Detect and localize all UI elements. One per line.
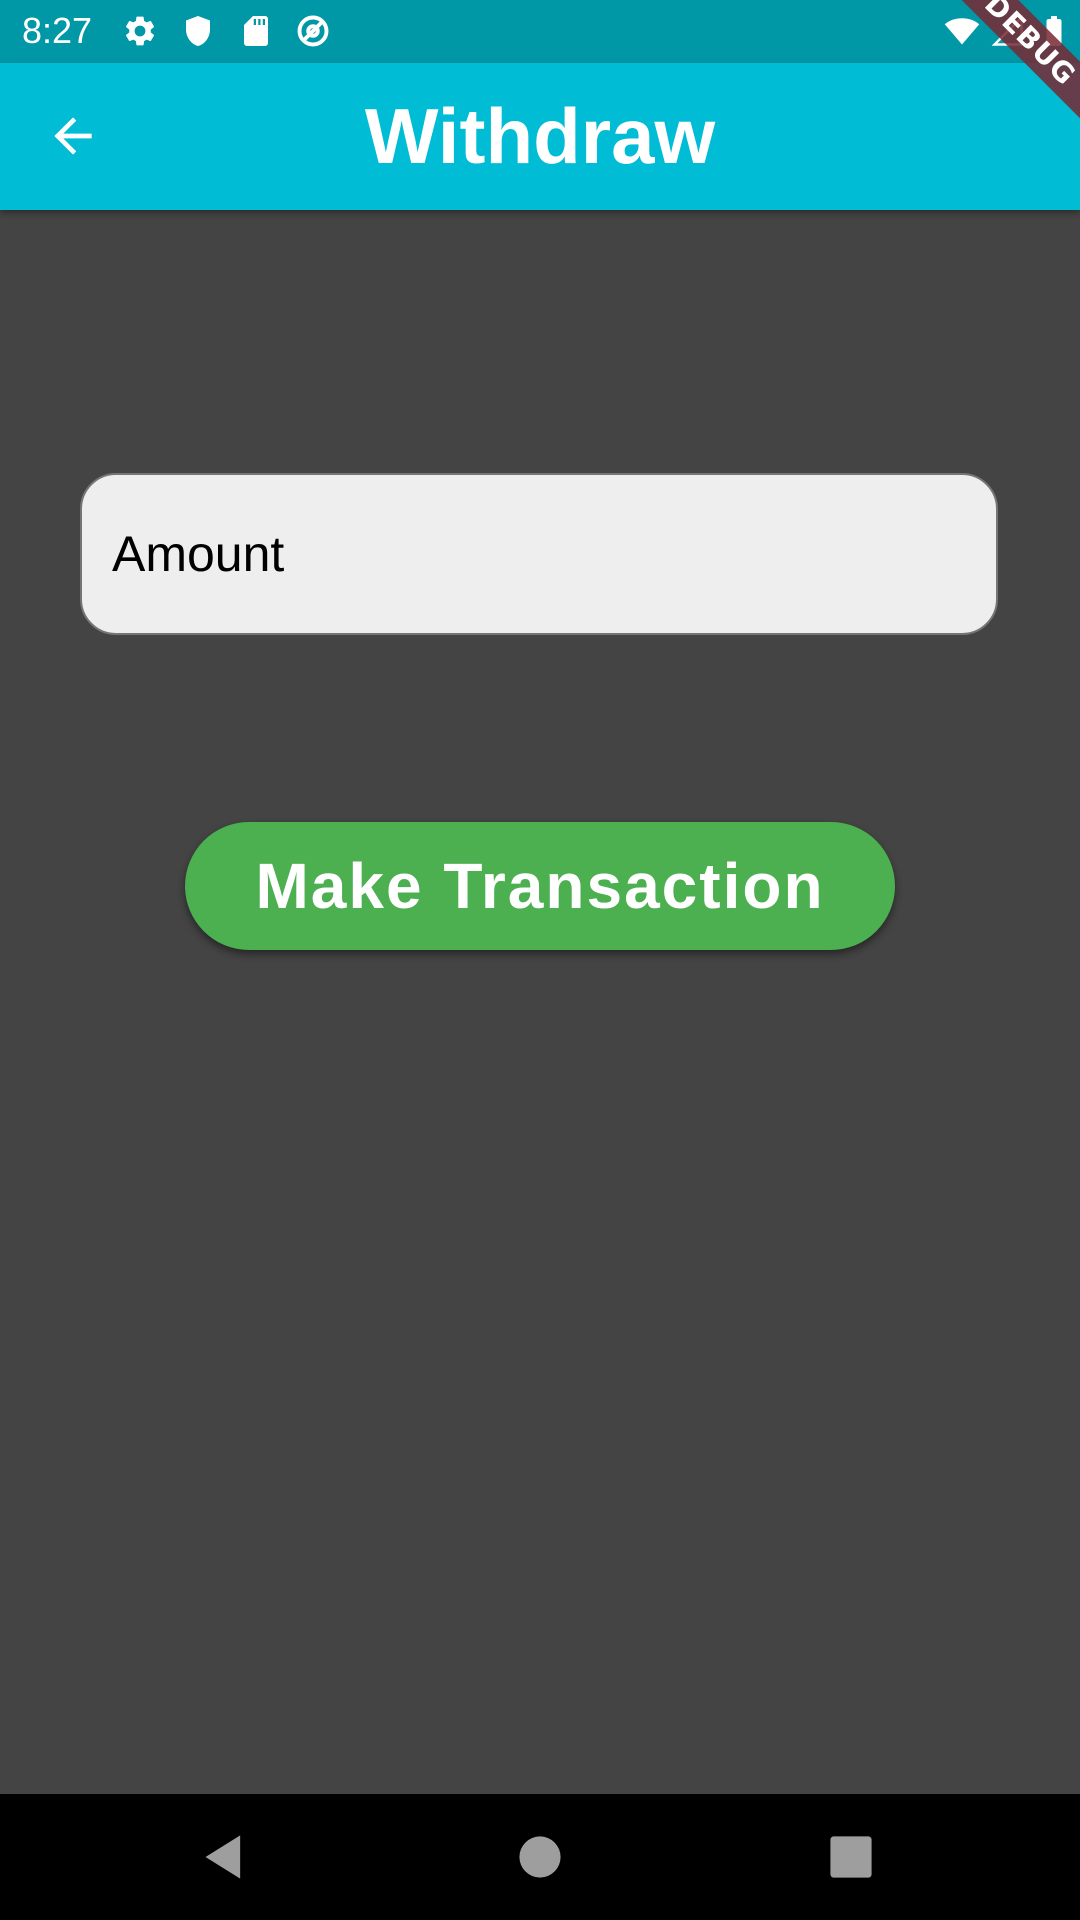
settings-gear-icon <box>122 13 158 49</box>
app-bar: Withdraw <box>0 63 1080 210</box>
recents-square-icon <box>825 1831 877 1883</box>
nav-recents-button[interactable] <box>818 1824 884 1890</box>
home-circle-icon <box>514 1831 566 1883</box>
amount-input[interactable] <box>80 473 998 635</box>
at-sign-icon <box>295 13 331 49</box>
arrow-back-icon <box>45 108 101 164</box>
page-title: Withdraw <box>364 92 716 180</box>
status-time: 8:27 <box>22 10 93 51</box>
wifi-icon <box>944 13 980 49</box>
nav-back-button[interactable] <box>192 1824 258 1890</box>
nav-home-button[interactable] <box>507 1824 573 1890</box>
status-bar: 8:27 <box>0 0 1080 63</box>
system-nav-bar <box>0 1794 1080 1920</box>
back-triangle-icon <box>199 1831 251 1883</box>
shield-icon <box>180 13 216 49</box>
back-button[interactable] <box>30 93 116 179</box>
sd-card-icon <box>238 13 274 49</box>
make-transaction-button[interactable]: Make Transaction <box>185 822 895 950</box>
